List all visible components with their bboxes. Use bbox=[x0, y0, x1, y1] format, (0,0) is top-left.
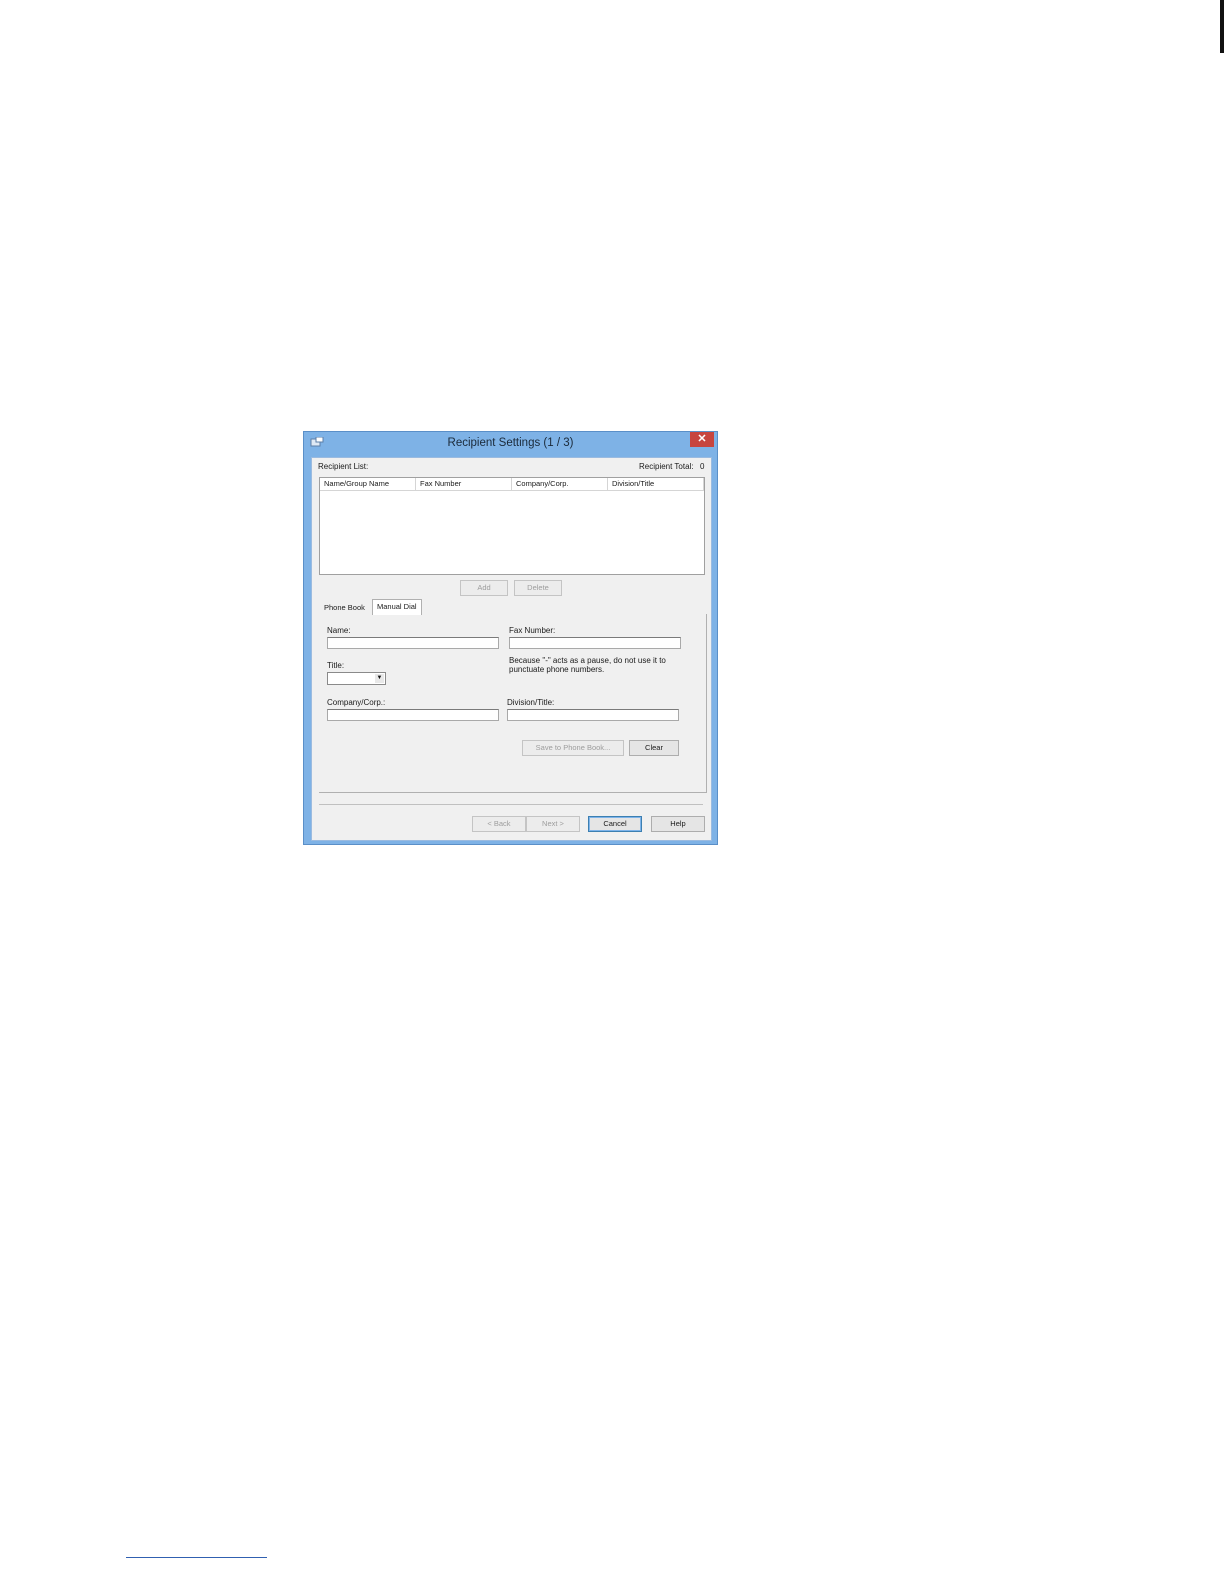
recipient-list[interactable]: Name/Group Name Fax Number Company/Corp.… bbox=[319, 477, 705, 575]
company-field[interactable] bbox=[327, 709, 499, 721]
tab-manual-dial[interactable]: Manual Dial bbox=[372, 599, 422, 615]
name-label: Name: bbox=[327, 626, 351, 635]
add-button[interactable]: Add bbox=[460, 580, 508, 596]
title-label: Title: bbox=[327, 661, 345, 670]
name-field[interactable] bbox=[327, 637, 499, 649]
recipient-list-header: Name/Group Name Fax Number Company/Corp.… bbox=[320, 478, 704, 491]
recipient-total-label: Recipient Total: bbox=[639, 462, 694, 471]
help-button[interactable]: Help bbox=[651, 816, 705, 832]
title-select[interactable]: ▼ bbox=[327, 672, 386, 685]
cancel-button[interactable]: Cancel bbox=[588, 816, 642, 832]
company-label: Company/Corp.: bbox=[327, 698, 386, 707]
recipient-list-label: Recipient List: bbox=[318, 462, 369, 471]
tab-phone-book[interactable]: Phone Book bbox=[320, 601, 369, 615]
footer-link-underline bbox=[126, 1557, 267, 1558]
recipient-settings-dialog: Recipient Settings (1 / 3) ✕ Recipient L… bbox=[303, 431, 718, 845]
clear-button[interactable]: Clear bbox=[629, 740, 679, 756]
dialog-title: Recipient Settings (1 / 3) bbox=[447, 437, 574, 449]
column-header-company[interactable]: Company/Corp. bbox=[512, 478, 608, 490]
back-button[interactable]: < Back bbox=[472, 816, 526, 832]
division-field[interactable] bbox=[507, 709, 679, 721]
save-to-phone-book-button[interactable]: Save to Phone Book... bbox=[522, 740, 624, 756]
delete-button[interactable]: Delete bbox=[514, 580, 562, 596]
division-label: Division/Title: bbox=[507, 698, 555, 707]
next-button[interactable]: Next > bbox=[526, 816, 580, 832]
close-icon[interactable]: ✕ bbox=[690, 432, 714, 447]
column-header-name[interactable]: Name/Group Name bbox=[320, 478, 416, 490]
fax-number-label: Fax Number: bbox=[509, 626, 556, 635]
chevron-down-icon[interactable]: ▼ bbox=[375, 674, 384, 683]
footer-separator bbox=[319, 804, 703, 805]
title-bar[interactable]: Recipient Settings (1 / 3) ✕ bbox=[304, 432, 717, 457]
manual-dial-panel: Name: Fax Number: Because "-" acts as a … bbox=[319, 614, 707, 793]
page-edge-mark bbox=[1220, 0, 1224, 53]
fax-hint-line-2: punctuate phone numbers. bbox=[509, 665, 605, 674]
recipient-total-value: 0 bbox=[700, 462, 705, 471]
column-header-division[interactable]: Division/Title bbox=[608, 478, 704, 490]
fax-hint-line-1: Because "-" acts as a pause, do not use … bbox=[509, 656, 666, 665]
fax-number-field[interactable] bbox=[509, 637, 681, 649]
column-header-fax[interactable]: Fax Number bbox=[416, 478, 512, 490]
dialog-client-area: Recipient List: Recipient Total: 0 Name/… bbox=[311, 457, 712, 841]
